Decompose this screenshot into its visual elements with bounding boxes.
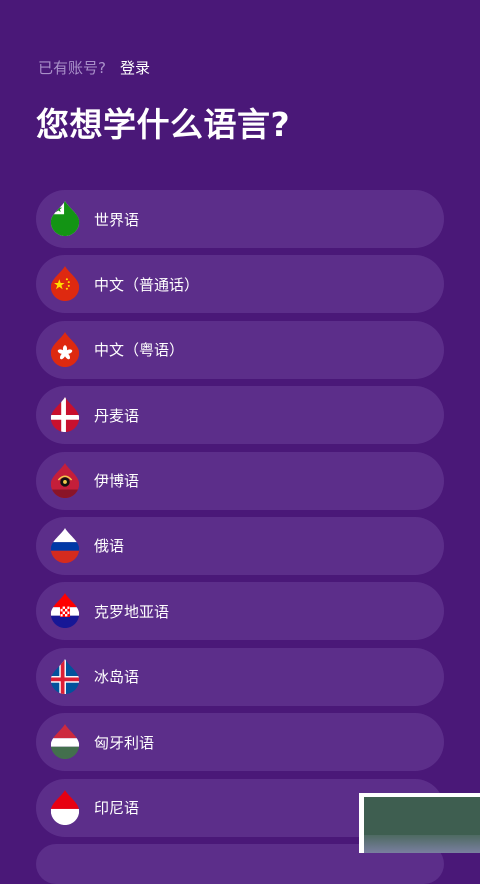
- language-item-danish[interactable]: 丹麦语: [36, 386, 444, 445]
- esperanto-flag-icon: [50, 201, 80, 237]
- language-label: 丹麦语: [94, 406, 140, 425]
- language-item-igbo[interactable]: 伊博语: [36, 451, 444, 510]
- hungary-flag-icon: [50, 724, 80, 760]
- russia-flag-icon: [50, 527, 80, 564]
- floating-video-thumbnail[interactable]: [359, 793, 480, 853]
- language-label: 中文（粤语）: [94, 341, 185, 360]
- iceland-flag-icon: [50, 658, 80, 694]
- denmark-flag-icon: [50, 397, 80, 433]
- indonesia-flag-icon: [50, 789, 80, 825]
- language-label: 中文（普通话）: [94, 275, 200, 294]
- language-item-esperanto[interactable]: 世界语: [36, 190, 444, 248]
- language-label: 俄语: [94, 537, 125, 556]
- language-item-croatian[interactable]: 克罗地亚语: [36, 582, 444, 641]
- hong-kong-flag-icon: [50, 331, 80, 367]
- language-item-cantonese[interactable]: 中文（粤语）: [36, 320, 444, 379]
- language-list: 世界语 中文（普通话） 中文（粤语） 丹麦语 伊博语 俄语 克罗地亚语 冰岛语 …: [36, 190, 444, 884]
- account-prompt: 已有账号?: [38, 59, 106, 77]
- language-label: 世界语: [94, 210, 140, 229]
- language-label: 印尼语: [94, 799, 140, 818]
- top-row: 已有账号? 登录: [38, 57, 150, 78]
- page-title: 您想学什么语言?: [36, 105, 291, 144]
- language-label: 匈牙利语: [94, 733, 155, 752]
- login-link[interactable]: 登录: [120, 57, 150, 78]
- language-label: 克罗地亚语: [94, 602, 170, 621]
- language-item-hungarian[interactable]: 匈牙利语: [36, 713, 444, 772]
- thumbnail-image: [364, 797, 480, 853]
- language-label: 冰岛语: [94, 668, 140, 687]
- croatia-flag-icon: [50, 593, 80, 629]
- language-item-mandarin[interactable]: 中文（普通话）: [36, 255, 444, 314]
- language-label: 伊博语: [94, 472, 140, 491]
- language-item-icelandic[interactable]: 冰岛语: [36, 647, 444, 706]
- language-item-russian[interactable]: 俄语: [36, 516, 444, 575]
- china-flag-icon: [50, 266, 80, 302]
- igbo-flag-icon: [50, 462, 80, 498]
